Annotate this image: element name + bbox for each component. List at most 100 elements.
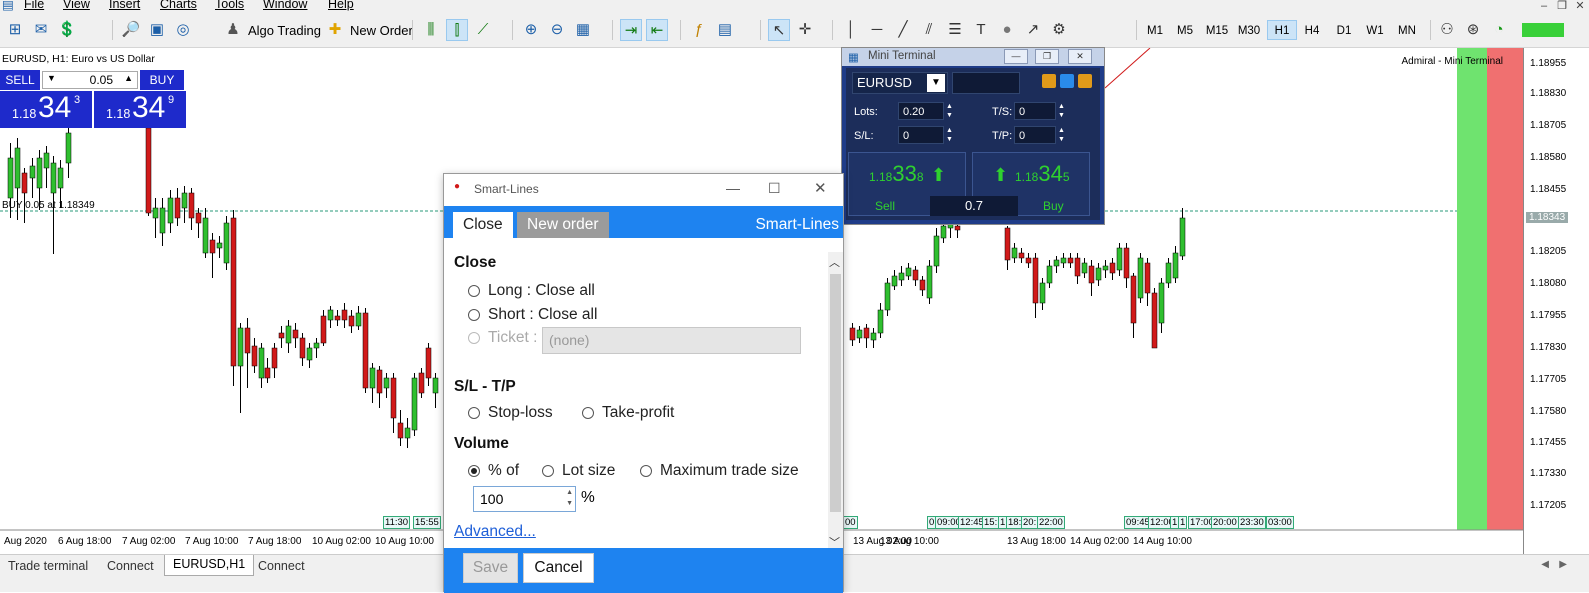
mini-close-orders-icon[interactable] [1078, 74, 1092, 88]
advanced-link[interactable]: Advanced... [454, 523, 536, 541]
close-icon[interactable]: ✕ [1571, 0, 1589, 12]
menu-tools[interactable]: Tools [215, 0, 244, 11]
price-scale[interactable]: 1.18955 1.18830 1.18705 1.18580 1.18455 1.183… [1523, 48, 1589, 554]
tab-connect-2[interactable]: Connect [258, 559, 305, 573]
lot-increase-icon[interactable]: ▲ [124, 73, 133, 83]
timeframe-m1[interactable]: M1 [1140, 21, 1170, 41]
take-profit-radio[interactable]: Take-profit [582, 404, 674, 422]
app-icon[interactable]: ▤ [2, 0, 14, 12]
line-chart-icon[interactable]: ⟋ [472, 19, 494, 41]
one-click-ask-price[interactable]: 1.18 34 9 [94, 91, 186, 128]
algo-trading-button[interactable]: ♟ Algo Trading [222, 17, 321, 43]
timeframe-h4[interactable]: H4 [1297, 21, 1327, 41]
restore-icon[interactable]: ❐ [1553, 0, 1571, 12]
metaeditor-icon[interactable]: ▣ [146, 19, 168, 41]
lvl-icon[interactable]: ◔ [1488, 19, 1510, 41]
mini-ts-field[interactable]: 0 [1014, 102, 1056, 120]
horizontal-line-icon[interactable]: ─ [866, 19, 888, 41]
scroll-up-icon[interactable]: ︿ [829, 254, 840, 270]
timeframe-m5[interactable]: M5 [1170, 21, 1200, 41]
volume-stepper-icon[interactable]: ▲ ▼ [566, 487, 573, 509]
shapes-icon[interactable]: ● [996, 19, 1018, 41]
volume-input[interactable]: 100 ▲ ▼ [473, 486, 576, 512]
stop-loss-radio[interactable]: Stop-loss [468, 404, 553, 422]
one-click-buy-button[interactable]: BUY [140, 70, 184, 90]
mini-terminal-titlebar[interactable]: ▦ Mini Terminal — ❐ ✕ [842, 48, 1104, 66]
arrow-icon[interactable]: ↗ [1022, 19, 1044, 41]
lot-size-radio[interactable]: Lot size [542, 462, 615, 480]
menu-insert[interactable]: Insert [109, 0, 140, 11]
signals-icon[interactable]: ◎ [172, 19, 194, 41]
mini-sl-stepper-icon[interactable]: ▲ ▼ [946, 126, 953, 144]
zoom-out-icon[interactable]: ⊖ [546, 19, 568, 41]
mini-sl-field[interactable]: 0 [898, 126, 944, 144]
timeframe-m15[interactable]: M15 [1202, 21, 1232, 41]
max-trade-size-radio[interactable]: Maximum trade size [640, 462, 799, 480]
global-icon[interactable]: ⊛ [1462, 19, 1484, 41]
new-chart-icon[interactable]: ⊞ [4, 19, 26, 41]
smart-lines-scrollbar[interactable]: ︿ ﹀ [828, 252, 843, 552]
smart-lines-titlebar[interactable]: ● Smart-Lines — ☐ ✕ [444, 174, 843, 206]
menu-help[interactable]: Help [328, 0, 354, 11]
account-icon[interactable]: ⚇ [1436, 19, 1458, 41]
chevron-down-icon[interactable]: ▼ [927, 74, 945, 92]
timeframe-h1[interactable]: H1 [1267, 20, 1297, 40]
ticket-field[interactable]: (none) [542, 327, 801, 354]
cancel-button[interactable]: Cancel [523, 553, 594, 583]
one-click-bid-price[interactable]: 1.18 34 3 [0, 91, 92, 128]
lot-decrease-icon[interactable]: ▼ [47, 73, 56, 83]
timeframe-mn[interactable]: MN [1392, 21, 1422, 41]
mini-restore-icon[interactable]: ❐ [1035, 49, 1059, 64]
chart-shift-icon[interactable]: ⇤ [646, 19, 668, 41]
scroll-thumb[interactable] [830, 274, 841, 512]
dialog-minimize-icon[interactable]: — [726, 180, 740, 196]
dialog-close-icon[interactable]: ✕ [814, 179, 827, 197]
mini-close-icon[interactable]: ✕ [1068, 49, 1092, 64]
menu-file[interactable]: File [24, 0, 44, 11]
menu-charts[interactable]: Charts [160, 0, 197, 11]
templates-icon[interactable]: ▤ [714, 19, 736, 41]
long-close-all-radio[interactable]: Long : Close all [468, 282, 595, 300]
timeframe-w1[interactable]: W1 [1360, 21, 1390, 41]
tab-eurusd-h1[interactable]: EURUSD,H1 [164, 555, 255, 576]
mini-tp-field[interactable]: 0 [1014, 126, 1056, 144]
crosshair-icon[interactable]: ✛ [794, 19, 816, 41]
channel-icon[interactable]: ⫽ [918, 19, 940, 41]
one-click-lot-field[interactable]: ▼ 0.05 ▲ [42, 71, 138, 89]
tab-connect-1[interactable]: Connect [107, 559, 154, 573]
mini-lots-stepper-icon[interactable]: ▲ ▼ [946, 102, 953, 120]
one-click-sell-button[interactable]: SELL [0, 70, 40, 90]
tab-new-order[interactable]: New order [517, 212, 609, 238]
market-watch-icon[interactable]: 💲 [56, 19, 78, 41]
menu-window[interactable]: Window [263, 0, 307, 11]
autoscroll-icon[interactable]: ⇥ [620, 19, 642, 41]
percent-of-radio[interactable]: % of [468, 462, 519, 480]
zoom-in-icon[interactable]: ⊕ [520, 19, 542, 41]
vertical-line-icon[interactable]: │ [840, 19, 862, 41]
text-icon[interactable]: T [970, 19, 992, 41]
bar-chart-icon[interactable]: ⫼ [420, 19, 442, 41]
tabs-left-icon[interactable]: ◀ [1541, 559, 1549, 570]
mini-ts-stepper-icon[interactable]: ▲ ▼ [1058, 102, 1065, 120]
objects-icon[interactable]: ⚙ [1048, 19, 1070, 41]
indicators-icon[interactable]: ƒ [688, 19, 710, 41]
strategy-tester-icon[interactable]: 🔎 [120, 19, 142, 41]
tab-trade-terminal[interactable]: Trade terminal [8, 559, 88, 573]
cursor-icon[interactable]: ↖ [768, 19, 790, 41]
profiles-icon[interactable]: ✉ [30, 19, 52, 41]
new-order-button[interactable]: ✚ New Order [324, 17, 413, 43]
mini-settings-icon[interactable] [1060, 74, 1074, 88]
timeframe-d1[interactable]: D1 [1329, 21, 1359, 41]
tabs-right-icon[interactable]: ▶ [1559, 559, 1567, 570]
dialog-maximize-icon[interactable]: ☐ [768, 180, 781, 197]
mini-minimize-icon[interactable]: — [1004, 49, 1028, 64]
trendline-icon[interactable]: ╱ [892, 19, 914, 41]
mini-symbol-select[interactable]: EURUSD ▼ [852, 72, 948, 94]
tab-close[interactable]: Close [453, 212, 513, 238]
timeframe-m30[interactable]: M30 [1234, 21, 1264, 41]
ticket-radio[interactable]: Ticket : [468, 329, 537, 347]
save-button[interactable]: Save [463, 553, 518, 583]
short-close-all-radio[interactable]: Short : Close all [468, 306, 597, 324]
candlestick-icon[interactable]: ⫿ [446, 19, 468, 41]
mini-lots-field[interactable]: 0.20 [898, 102, 944, 120]
